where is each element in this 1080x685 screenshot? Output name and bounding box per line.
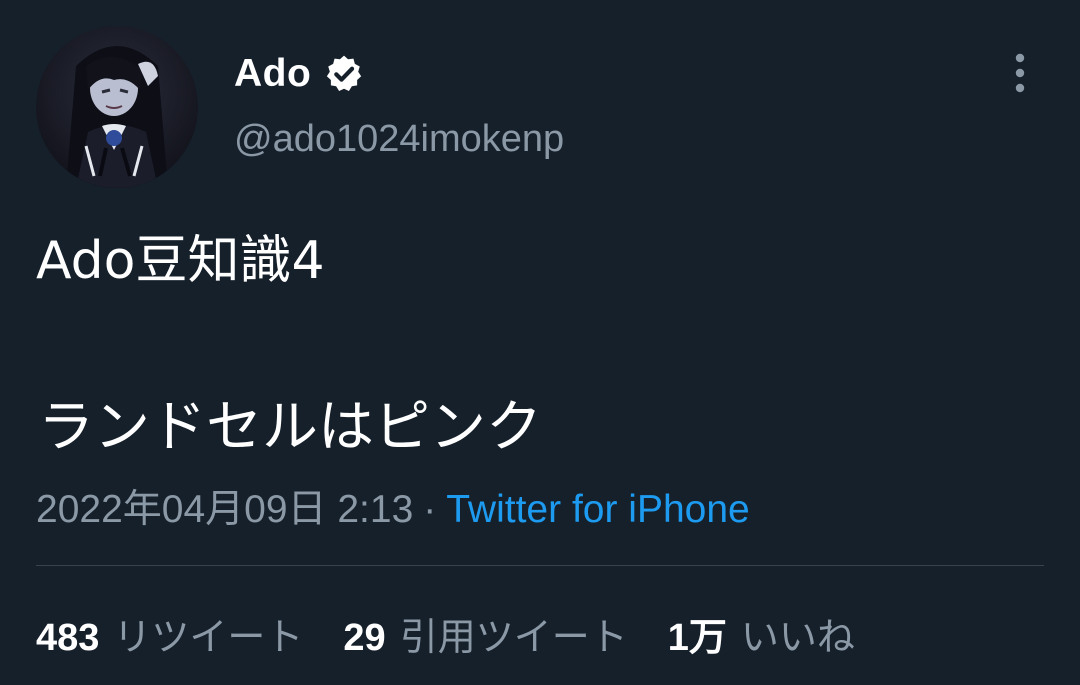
tweet-text-line-1: Ado豆知識4 xyxy=(36,231,325,291)
meta-separator: · xyxy=(423,488,437,531)
tweet-detail: Ado @ado1024imokenp Ado豆知識4 ランドセルはピンク 20… xyxy=(0,0,1080,685)
divider xyxy=(36,565,1044,566)
more-vertical-icon xyxy=(1015,53,1025,93)
tweet-meta: 2022年04月09日 2:13 · Twitter for iPhone xyxy=(36,478,750,534)
engagement-stats: 483 リツイート 29 引用ツイート 1万 いいね xyxy=(36,606,895,661)
quotes-label: 引用ツイート xyxy=(399,615,628,659)
likes-label: いいね xyxy=(740,615,855,659)
display-name[interactable]: Ado xyxy=(234,52,311,96)
verified-badge-icon xyxy=(323,53,365,95)
user-handle[interactable]: @ado1024imokenp xyxy=(234,118,564,161)
retweets-count: 483 xyxy=(36,617,100,659)
likes-count: 1万 xyxy=(667,617,727,659)
likes-stat[interactable]: 1万 いいね xyxy=(668,606,855,661)
avatar[interactable] xyxy=(36,26,198,188)
retweets-label: リツイート xyxy=(113,615,304,659)
retweets-stat[interactable]: 483 リツイート xyxy=(36,606,303,661)
tweet-text-line-2: ランドセルはピンク xyxy=(38,395,542,460)
more-options-button[interactable] xyxy=(1000,50,1040,96)
avatar-illustration xyxy=(36,26,198,188)
quotes-stat[interactable]: 29 引用ツイート xyxy=(343,606,627,661)
quotes-count: 29 xyxy=(343,617,386,659)
tweet-source-link[interactable]: Twitter for iPhone xyxy=(446,488,749,531)
author-name-row[interactable]: Ado xyxy=(234,46,365,102)
tweet-timestamp[interactable]: 2022年04月09日 2:13 xyxy=(36,488,413,531)
